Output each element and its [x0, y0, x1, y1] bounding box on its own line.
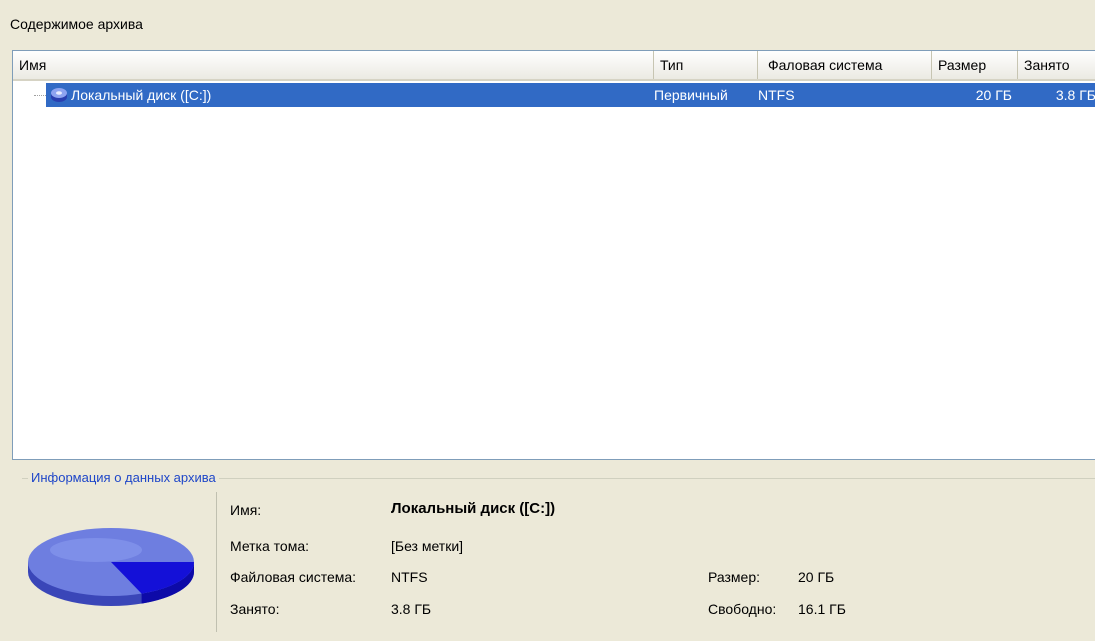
row-filesystem: NTFS — [758, 87, 795, 103]
info-free-value: 16.1 ГБ — [798, 601, 846, 617]
disk-usage-pie-icon — [28, 528, 194, 606]
info-filesystem-value: NTFS — [391, 569, 428, 585]
row-size: 20 ГБ — [975, 87, 1012, 103]
row-type: Первичный — [654, 87, 728, 103]
column-header-name[interactable]: Имя — [13, 51, 654, 79]
archive-contents-list[interactable]: Имя Тип Фаловая система Размер Занято Ло… — [12, 50, 1095, 460]
column-header-size[interactable]: Размер — [932, 51, 1018, 79]
archive-contents-title: Содержимое архива — [10, 16, 143, 32]
row-used: 3.8 ГБ — [1055, 87, 1095, 103]
info-used-label: Занято: — [230, 601, 280, 617]
archive-info-legend: Информация о данных архива — [28, 470, 219, 485]
tree-connector — [34, 95, 46, 96]
info-size-label: Размер: — [708, 569, 761, 585]
info-size-value: 20 ГБ — [798, 569, 835, 585]
column-header-type[interactable]: Тип — [654, 51, 758, 79]
info-volume-label-label: Метка тома: — [230, 538, 310, 554]
info-volume-label-value: [Без метки] — [391, 538, 464, 554]
info-used-value: 3.8 ГБ — [391, 601, 432, 617]
info-name-label: Имя: — [230, 502, 262, 518]
row-name: Локальный диск ([C:]) — [71, 87, 212, 103]
info-free-label: Свободно: — [708, 601, 777, 617]
disk-icon — [51, 88, 67, 102]
table-row[interactable]: Локальный диск ([C:]) Первичный NTFS 20 … — [46, 83, 1095, 107]
info-filesystem-label: Файловая система: — [230, 569, 357, 585]
info-divider — [216, 492, 217, 632]
list-header: Имя Тип Фаловая система Размер Занято — [13, 51, 1095, 81]
column-header-used[interactable]: Занято — [1018, 51, 1095, 79]
info-name-value: Локальный диск ([C:]) — [391, 500, 556, 517]
column-header-filesystem[interactable]: Фаловая система — [758, 51, 932, 79]
